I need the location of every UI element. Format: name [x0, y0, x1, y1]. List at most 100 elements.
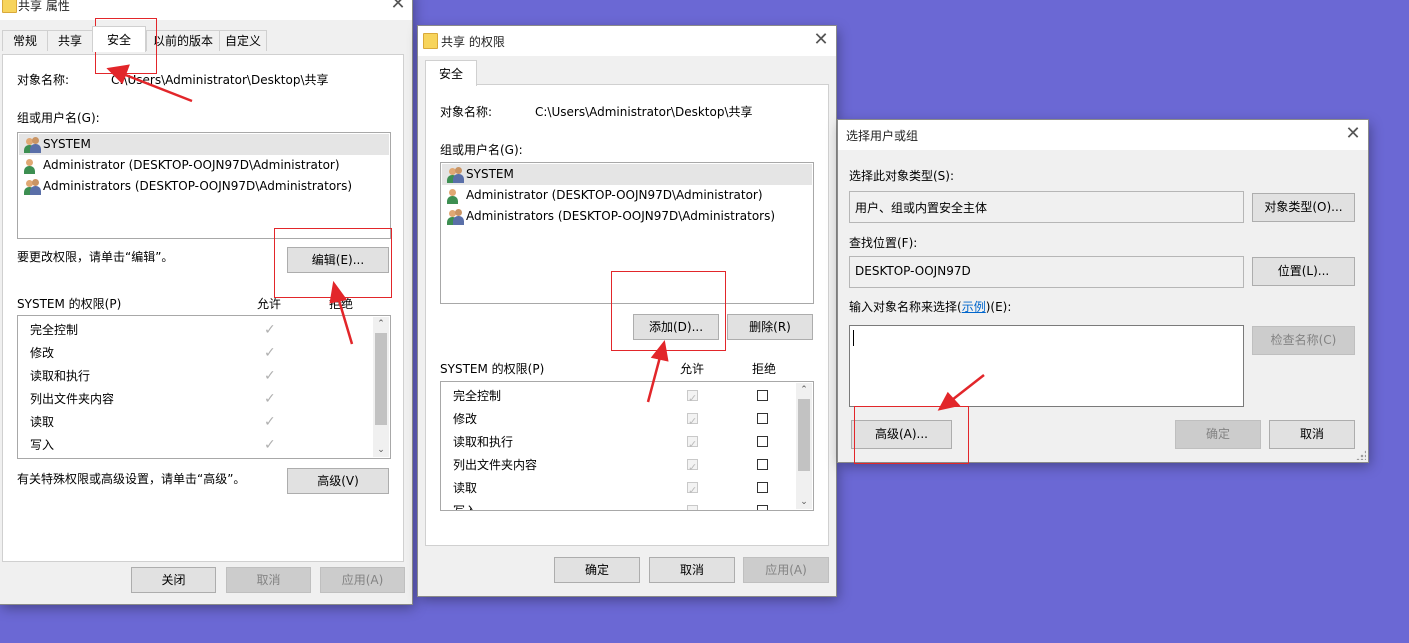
remove-button[interactable]: 删除(R): [727, 314, 813, 340]
resize-grip-icon[interactable]: [1356, 450, 1366, 460]
permissions-scrollbar[interactable]: ⌃ ⌄: [373, 317, 389, 457]
user-name: Administrator (DESKTOP-OOJN97D\Administr…: [466, 188, 763, 202]
select-user-title: 选择用户或组: [846, 129, 919, 143]
properties-titlebar[interactable]: 共享 属性 ✕: [0, 0, 412, 20]
group-icon: [446, 166, 464, 183]
allow-checkbox[interactable]: [687, 387, 698, 410]
advanced-button[interactable]: 高级(A)...: [851, 420, 952, 449]
location-field: DESKTOP-OOJN97D: [849, 256, 1244, 288]
close-button[interactable]: 关闭: [131, 567, 216, 593]
permissions-title: 共享 的权限: [441, 35, 505, 49]
permissions-header: SYSTEM 的权限(P): [17, 297, 122, 311]
group-icon: [23, 136, 41, 153]
user-list[interactable]: SYSTEM Administrator (DESKTOP-OOJN97D\Ad…: [17, 132, 391, 239]
deny-checkbox[interactable]: [757, 482, 768, 493]
properties-title: 共享 属性: [18, 0, 70, 13]
permission-label: 读取: [453, 481, 478, 495]
permission-row: 读取和执行 ✓: [30, 365, 370, 388]
object-name-input[interactable]: [849, 325, 1244, 407]
allow-checkbox[interactable]: [687, 479, 698, 502]
add-button[interactable]: 添加(D)...: [633, 314, 719, 340]
allow-checkbox[interactable]: [687, 502, 698, 510]
permission-label: 写入: [453, 504, 478, 511]
scroll-up-icon[interactable]: ⌃: [373, 317, 389, 331]
user-name: SYSTEM: [466, 167, 514, 181]
scroll-thumb[interactable]: [798, 399, 810, 471]
permission-label: 修改: [453, 412, 478, 426]
scroll-thumb[interactable]: [375, 333, 387, 425]
object-types-button[interactable]: 对象类型(O)...: [1252, 193, 1355, 222]
permission-label: 完全控制: [453, 389, 502, 403]
user-row-administrators[interactable]: Administrators (DESKTOP-OOJN97D\Administ…: [442, 206, 812, 227]
permission-row: 写入 ✓: [30, 434, 370, 457]
user-row-administrator[interactable]: Administrator (DESKTOP-OOJN97D\Administr…: [442, 185, 812, 206]
deny-checkbox[interactable]: [757, 436, 768, 447]
permission-row: 修改 ✓: [30, 342, 370, 365]
scroll-down-icon[interactable]: ⌄: [373, 443, 389, 457]
user-row-system[interactable]: SYSTEM: [19, 134, 389, 155]
edit-hint: 要更改权限，请单击“编辑”。: [17, 250, 174, 264]
tab-previous-versions[interactable]: 以前的版本: [146, 30, 220, 51]
deny-header: 拒绝: [752, 362, 777, 376]
user-row-administrators[interactable]: Administrators (DESKTOP-OOJN97D\Administ…: [19, 176, 389, 197]
apply-button[interactable]: 应用(A): [743, 557, 829, 583]
allow-checkbox[interactable]: [687, 410, 698, 433]
group-or-user-label: 组或用户名(G):: [440, 143, 523, 157]
permissions-header: SYSTEM 的权限(P): [440, 362, 545, 376]
select-user-titlebar[interactable]: 选择用户或组 ✕: [838, 120, 1368, 150]
advanced-button[interactable]: 高级(V): [287, 468, 389, 494]
tab-sharing[interactable]: 共享: [47, 30, 93, 51]
location-label: 查找位置(F):: [849, 236, 918, 250]
group-icon: [446, 208, 464, 225]
ok-button[interactable]: 确定: [1175, 420, 1261, 449]
object-name-label-text: 输入对象名称来选择(: [849, 300, 962, 314]
cancel-button[interactable]: 取消: [226, 567, 311, 593]
object-name-label-suffix: )(E):: [985, 300, 1012, 314]
permission-label: 读取和执行: [30, 369, 91, 383]
group-icon: [23, 178, 41, 195]
check-names-button[interactable]: 检查名称(C): [1252, 326, 1355, 355]
permission-label: 读取和执行: [453, 435, 514, 449]
security-panel: 对象名称: C:\Users\Administrator\Desktop\共享 …: [425, 84, 829, 546]
user-row-system[interactable]: SYSTEM: [442, 164, 812, 185]
examples-link[interactable]: 示例: [962, 300, 986, 314]
advanced-hint: 有关特殊权限或高级设置，请单击“高级”。: [17, 472, 246, 486]
close-icon[interactable]: ✕: [1341, 122, 1365, 146]
tab-general[interactable]: 常规: [2, 30, 48, 51]
allow-header: 允许: [257, 297, 282, 311]
tab-customize[interactable]: 自定义: [219, 30, 267, 51]
permissions-titlebar[interactable]: 共享 的权限 ✕: [418, 26, 836, 56]
apply-button[interactable]: 应用(A): [320, 567, 405, 593]
group-or-user-label: 组或用户名(G):: [17, 111, 100, 125]
user-name: SYSTEM: [43, 137, 91, 151]
deny-checkbox[interactable]: [757, 413, 768, 424]
allow-checkbox[interactable]: [687, 456, 698, 479]
ok-button[interactable]: 确定: [554, 557, 640, 583]
deny-checkbox[interactable]: [757, 390, 768, 401]
object-name-value: C:\Users\Administrator\Desktop\共享: [535, 105, 753, 119]
close-icon[interactable]: ✕: [386, 0, 410, 16]
permission-row: 完全控制 ✓: [30, 319, 370, 342]
checkmark-icon: ✓: [264, 437, 276, 453]
cancel-button[interactable]: 取消: [1269, 420, 1355, 449]
scroll-down-icon[interactable]: ⌄: [796, 495, 812, 509]
tab-security[interactable]: 安全: [425, 60, 477, 86]
tab-security[interactable]: 安全: [92, 26, 146, 52]
edit-button[interactable]: 编辑(E)...: [287, 247, 389, 273]
deny-checkbox[interactable]: [757, 459, 768, 470]
cancel-button[interactable]: 取消: [649, 557, 735, 583]
permissions-list[interactable]: 完全控制 修改 读取和执行 列出文件夹内容 读取 写入 ⌃ ⌄: [440, 381, 814, 511]
deny-checkbox[interactable]: [757, 505, 768, 510]
permission-label: 写入: [30, 438, 55, 452]
user-row-administrator[interactable]: Administrator (DESKTOP-OOJN97D\Administr…: [19, 155, 389, 176]
user-name: Administrators (DESKTOP-OOJN97D\Administ…: [466, 209, 776, 223]
permissions-scrollbar[interactable]: ⌃ ⌄: [796, 383, 812, 509]
close-icon[interactable]: ✕: [809, 28, 833, 52]
permissions-list[interactable]: 完全控制 ✓ 修改 ✓ 读取和执行 ✓ 列出文件夹内容 ✓ 读取 ✓ 写入 ✓ ⌃ ⌄: [17, 315, 391, 459]
user-list[interactable]: SYSTEM Administrator (DESKTOP-OOJN97D\Ad…: [440, 162, 814, 304]
scroll-up-icon[interactable]: ⌃: [796, 383, 812, 397]
allow-checkbox[interactable]: [687, 433, 698, 456]
select-user-dialog: 选择用户或组 ✕ 选择此对象类型(S): 用户、组或内置安全主体 对象类型(O)…: [838, 120, 1368, 462]
locations-button[interactable]: 位置(L)...: [1252, 257, 1355, 286]
object-type-label: 选择此对象类型(S):: [849, 169, 955, 183]
